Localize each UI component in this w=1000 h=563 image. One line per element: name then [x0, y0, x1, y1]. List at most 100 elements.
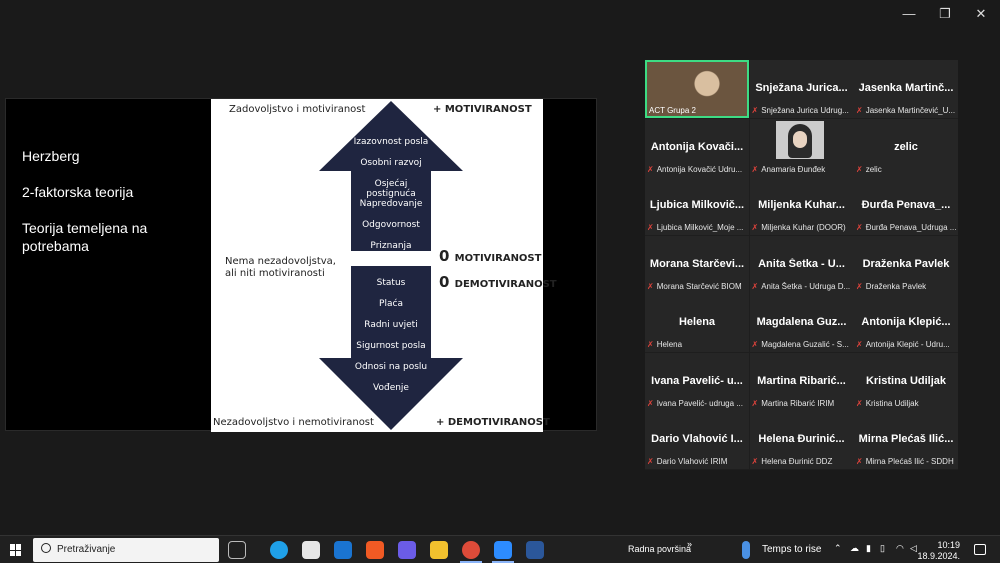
participant-tile[interactable]: Ivana Pavelić- u... ✗ Ivana Pavelić- udrug… [645, 352, 749, 411]
volume-icon[interactable]: ◁ [910, 543, 917, 554]
shared-screen: Herzberg 2-faktorska teorija Teorija tem… [5, 98, 597, 432]
participant-display-name: Mirna Plećaš Ilić - SDDH [865, 457, 954, 466]
task-view-icon[interactable] [228, 541, 246, 559]
slide-title: Herzberg [22, 148, 80, 164]
participant-tile[interactable]: Anita Šetka - U... ✗ Anita Šetka - Udruga … [749, 235, 854, 294]
participant-tile[interactable]: Magdalena Guz... ✗ Magdalena Guzalić - S..… [749, 294, 854, 352]
muted-mic-icon: ✗ [856, 281, 863, 291]
participant-tile[interactable]: Antonija Klepić... ✗ Antonija Klepić - Udr… [854, 294, 958, 352]
participant-display-name: Anita Šetka - Udruga D... [761, 281, 851, 291]
chrome-icon[interactable] [462, 541, 480, 559]
word-icon[interactable] [526, 541, 544, 559]
muted-mic-icon: ✗ [647, 164, 654, 174]
participant-display-name: Helena Đurinić DDZ [761, 457, 833, 466]
participant-label: ✗ Antonija Kovačić Udru... [647, 165, 749, 174]
participant-tile[interactable]: Helena ✗ Helena [645, 294, 749, 352]
zero-motiviranost: 0 MOTIVIRANOST [439, 247, 542, 265]
clock[interactable]: 10:19 18.9.2024. [917, 540, 960, 562]
clock-date: 18.9.2024. [917, 551, 960, 561]
participant-avatar [775, 120, 824, 159]
edge-icon[interactable] [270, 541, 288, 559]
cloud-icon[interactable]: ☁ [850, 543, 859, 554]
zero-demotiviranost: 0 DEMOTIVIRANOST [439, 273, 557, 291]
participant-tile[interactable]: Ljubica Milkovič... ✗ Ljubica Milković_Moj… [645, 177, 749, 235]
participant-display-name: Helena [656, 340, 683, 349]
participant-name: Magdalena Guz... [756, 316, 847, 328]
brave-icon[interactable] [366, 541, 384, 559]
camera-tray-icon[interactable]: ▯ [880, 543, 885, 554]
participant-label: ✗ Draženka Pavlek [856, 282, 958, 291]
thermometer-icon [742, 541, 750, 559]
participant-name: Kristina Udiljak [865, 374, 947, 387]
tray-chevron-icon[interactable]: ⌃ [834, 543, 842, 554]
weather-text[interactable]: Temps to rise [762, 544, 821, 555]
motivator-item: Osjećaj postignuća [366, 179, 416, 199]
participant-tile[interactable]: Mirna Plećaš Ilić... ✗ Mirna Plećaš Ilić -… [854, 411, 958, 469]
folder-icon[interactable] [430, 541, 448, 559]
mic-tray-icon[interactable]: ▮ [866, 543, 871, 554]
windows-start-icon[interactable] [10, 544, 22, 556]
mail-icon[interactable] [334, 541, 352, 559]
participant-tile[interactable]: Martina Ribarić... ✗ Martina Ribarić IRIM [749, 352, 854, 411]
close-icon[interactable]: ✕ [974, 6, 988, 22]
motivator-item: Odgovornost [362, 220, 420, 230]
participant-tile[interactable]: zelic ✗ zelic [854, 118, 958, 177]
participant-display-name: Dario Vlahović IRIM [656, 457, 728, 466]
restore-icon[interactable]: ❐ [938, 6, 952, 22]
participant-name: Martina Ribarić... [757, 374, 846, 387]
store-icon[interactable] [302, 541, 320, 559]
participant-label: ✗ Kristina Udiljak [856, 399, 958, 408]
copilot-icon[interactable] [398, 541, 416, 559]
muted-mic-icon: ✗ [751, 164, 759, 174]
participant-name: Helena [678, 316, 716, 328]
participant-tile[interactable]: Đurđa Penava_... ✗ Đurđa Penava_Udruga ... [854, 177, 958, 235]
participant-name: Anita Šetka - U... [758, 257, 845, 270]
desktop-toolbar-label[interactable]: Radna površina [628, 544, 691, 554]
muted-mic-icon: ✗ [751, 340, 759, 349]
zoom-icon[interactable] [494, 541, 512, 559]
participant-label: ✗ Jasenka Martinčević_U... [856, 106, 958, 115]
minimize-icon[interactable]: — [902, 6, 916, 22]
notification-icon[interactable] [974, 544, 986, 555]
participant-label: ACT Grupa 2 [649, 106, 747, 115]
participant-label: ✗ Miljenka Kuhar (DOOR) [752, 223, 854, 232]
bottom-left-label: Nezadovoljstvo i nemotiviranost [213, 417, 374, 428]
top-right-label: + MOTIVIRANOST [433, 104, 532, 115]
participant-label: ✗ Ivana Pavelić- udruga ... [647, 399, 749, 408]
participant-name: Mirna Plećaš Ilić... [858, 433, 954, 445]
participant-tile[interactable]: Snježana Jurica... ✗ Snježana Jurica Udrug… [749, 60, 854, 118]
hygiene-item: Sigurnost posla [356, 341, 426, 351]
participant-display-name: Jasenka Martinčević_U... [865, 106, 956, 115]
participant-tile[interactable]: Helena Đurinić... ✗ Helena Đurinić DDZ [749, 411, 854, 469]
participant-tile[interactable]: Morana Starčevi... ✗ Morana Starčević BIOM [645, 235, 749, 294]
participant-display-name: Martina Ribarić IRIM [761, 398, 835, 408]
participant-label: ✗ Mirna Plećaš Ilić - SDDH [856, 457, 958, 466]
slide-line-2: 2-faktorska teorija [22, 184, 134, 200]
clock-time: 10:19 [937, 540, 960, 550]
participant-name: Draženka Pavlek [862, 257, 950, 270]
participant-tile[interactable]: ✗ Anamaria Đunđek [749, 118, 854, 177]
participant-tile[interactable]: Miljenka Kuhar... ✗ Miljenka Kuhar (DOOR) [749, 177, 854, 235]
participant-name: Miljenka Kuhar... [758, 199, 845, 211]
slide-left-text: Herzberg 2-faktorska teorija Teorija tem… [22, 147, 172, 273]
participant-tile[interactable]: Jasenka Martinč... ✗ Jasenka Martinčević_U… [854, 60, 958, 118]
participant-tile[interactable]: Dario Vlahović I... ✗ Dario Vlahović IRIM [645, 411, 749, 469]
muted-mic-icon: ✗ [856, 106, 863, 115]
taskbar: Pretraživanje Radna površina » Temps to … [0, 535, 1000, 563]
participant-tile[interactable]: Kristina Udiljak ✗ Kristina Udiljak [854, 352, 958, 411]
participant-tile[interactable]: ACT Grupa 2 [645, 60, 749, 118]
participant-label: ✗ Đurđa Penava_Udruga ... [856, 223, 958, 232]
slide-diagram: Zadovoljstvo i motiviranost + MOTIVIRANO… [211, 99, 557, 432]
bottom-right-label: + DEMOTIVIRANOST [436, 417, 550, 428]
participant-name: Dario Vlahović I... [651, 433, 743, 445]
participant-tile[interactable]: Antonija Kovači... ✗ Antonija Kovačić Udru… [645, 118, 749, 177]
window-controls: — ❐ ✕ [902, 6, 988, 22]
participant-display-name: Anamaria Đunđek [761, 164, 826, 174]
toolbar-chevron[interactable]: » [687, 539, 692, 549]
participant-tile[interactable]: Draženka Pavlek ✗ Draženka Pavlek [854, 235, 958, 294]
participant-label: ✗ Martina Ribarić IRIM [752, 399, 854, 408]
participant-label: ✗ Ljubica Milković_Moje ... [647, 223, 749, 232]
taskbar-search[interactable]: Pretraživanje [33, 538, 219, 562]
slide-line-3: Teorija temeljena na potrebama [22, 220, 148, 254]
wifi-icon[interactable]: ◠ [896, 543, 904, 554]
